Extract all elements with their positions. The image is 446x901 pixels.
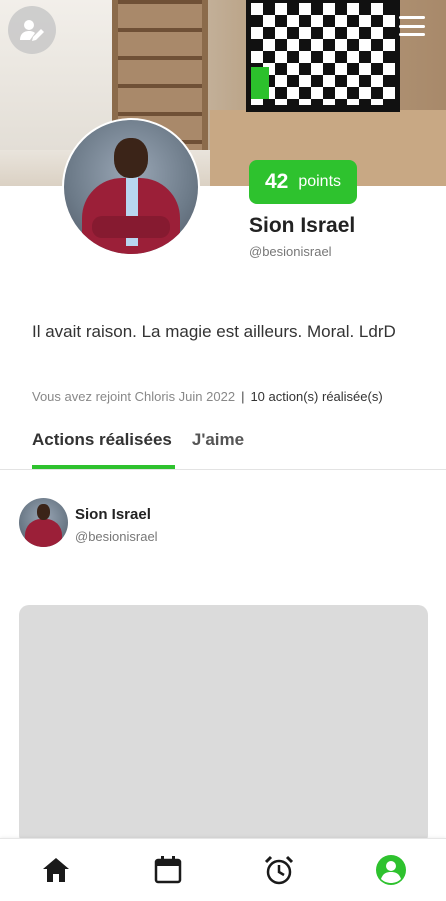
points-value: 42 <box>264 170 289 193</box>
home-icon <box>43 858 69 882</box>
profile-meta: Vous avez rejoint Chloris Juin 2022 | 10 a… <box>32 389 383 404</box>
nav-alarm[interactable] <box>249 839 309 901</box>
post-author-handle: @besionisrael <box>75 529 158 544</box>
nav-home[interactable] <box>26 839 86 901</box>
profile-bio: Il avait raison. La magie est ailleurs. … <box>32 322 396 341</box>
meta-separator: | <box>241 389 245 404</box>
points-label: points <box>298 173 342 190</box>
edit-profile-button[interactable] <box>8 6 56 54</box>
user-edit-icon <box>20 20 44 41</box>
cover-tv-green-square <box>251 67 269 99</box>
calendar-icon <box>154 856 182 884</box>
tab-actions-realisees[interactable]: Actions réalisées <box>32 430 172 460</box>
alarm-clock-icon <box>264 855 294 885</box>
cover-tv-screen <box>251 3 395 105</box>
profile-tabs: Actions réalisées J'aime <box>32 430 244 460</box>
profile-handle: @besionisrael <box>249 244 332 259</box>
cover-photo <box>0 0 446 186</box>
actions-count: 10 action(s) réalisée(s) <box>250 389 383 404</box>
hamburger-menu-icon <box>399 16 425 19</box>
points-badge: 42 points <box>249 160 357 204</box>
post-image-placeholder[interactable] <box>19 605 428 845</box>
menu-button[interactable] <box>396 12 428 40</box>
post-author-avatar[interactable] <box>19 498 68 547</box>
cover-tv <box>246 0 400 112</box>
bottom-nav <box>0 838 446 901</box>
nav-profile[interactable] <box>361 839 421 901</box>
profile-icon <box>376 855 406 885</box>
joined-text: Vous avez rejoint Chloris Juin 2022 <box>32 389 236 404</box>
tabs-divider <box>0 469 446 470</box>
tab-jaime[interactable]: J'aime <box>192 430 244 460</box>
profile-avatar[interactable] <box>62 118 200 256</box>
nav-calendar[interactable] <box>138 839 198 901</box>
post-author-name[interactable]: Sion Israel <box>75 506 151 523</box>
profile-name: Sion Israel <box>249 214 356 237</box>
